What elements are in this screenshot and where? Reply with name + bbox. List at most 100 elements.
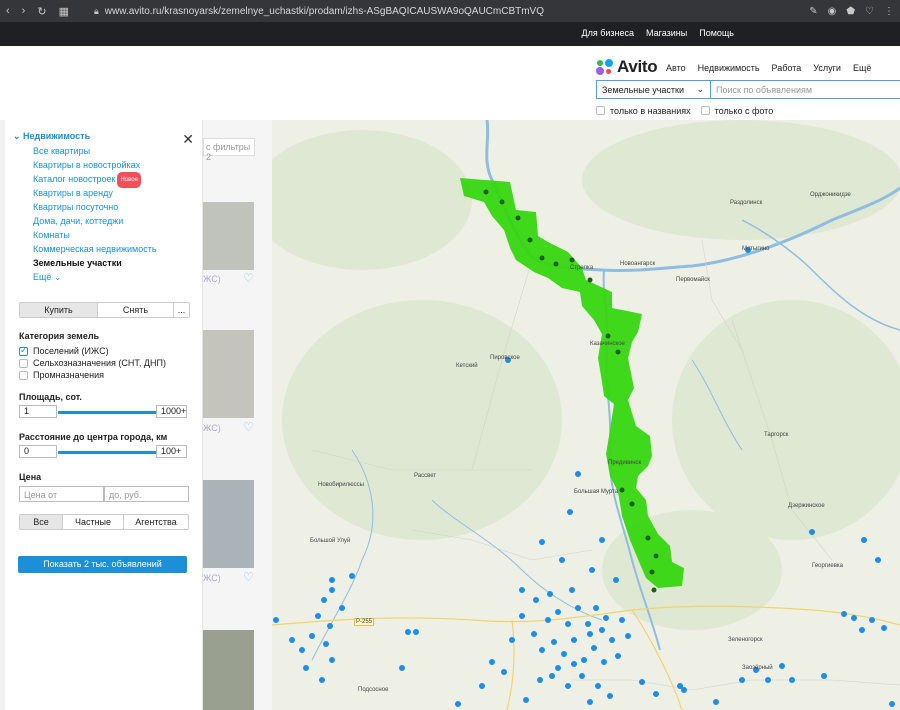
- land-option-industrial[interactable]: Промназначения: [19, 370, 104, 380]
- deal-rent-button[interactable]: Снять: [98, 303, 174, 317]
- address-bar[interactable]: www.avito.ru/krasnoyarsk/zemelnye_uchast…: [105, 6, 809, 17]
- camera-icon[interactable]: ◉: [828, 6, 837, 17]
- more-label: Ещё: [33, 272, 52, 282]
- reload-icon[interactable]: ↻: [37, 5, 46, 18]
- place-label: Большой Улуй: [310, 538, 351, 544]
- place-label: Зеленогорск: [728, 637, 763, 643]
- menu-auto[interactable]: Авто: [666, 63, 686, 73]
- category-title[interactable]: ⌄ Недвижимость: [13, 131, 90, 142]
- place-label: Дзержинское: [788, 503, 825, 509]
- subcategory-item[interactable]: Все квартиры: [33, 144, 157, 158]
- listing-photo[interactable]: [203, 480, 254, 568]
- new-badge: Новое: [117, 172, 141, 188]
- subcategory-item[interactable]: Квартиры в новостройках: [33, 158, 157, 172]
- forward-icon[interactable]: ›: [22, 5, 26, 18]
- seller-agency-button[interactable]: Агентства: [124, 515, 188, 529]
- heart-icon[interactable]: ♡: [865, 6, 874, 17]
- menu-realty[interactable]: Недвижимость: [698, 63, 760, 73]
- category-select[interactable]: Земельные участки ⌄: [596, 80, 710, 99]
- place-label: Мотыгино: [742, 246, 770, 252]
- tabs-grid-icon[interactable]: ▦: [59, 5, 69, 18]
- place-label: Первомайск: [676, 277, 710, 283]
- site-header: Avito Авто Недвижимость Работа Услуги Ещ…: [0, 46, 900, 120]
- checkbox[interactable]: [19, 358, 28, 368]
- land-option-label: Сельхозназначения (СНТ, ДНП): [33, 358, 166, 368]
- menu-services[interactable]: Услуги: [813, 63, 841, 73]
- checkbox[interactable]: [19, 370, 28, 380]
- subcategory-item[interactable]: Коммерческая недвижимость: [33, 242, 157, 256]
- close-icon[interactable]: ✕: [182, 131, 194, 148]
- subcategory-more[interactable]: Ещё ⌄: [33, 270, 157, 284]
- search-input[interactable]: Поиск по объявлениям: [710, 80, 900, 99]
- seller-all-button[interactable]: Все: [20, 515, 63, 529]
- listing-tag: ЖС): [203, 573, 221, 583]
- land-option-izhs[interactable]: Поселений (ИЖС): [19, 345, 109, 356]
- menu-jobs[interactable]: Работа: [772, 63, 802, 73]
- avito-logo[interactable]: Avito: [596, 57, 658, 77]
- listing-photo[interactable]: [203, 202, 254, 270]
- place-label: Новобирилюссы: [318, 482, 364, 488]
- place-label: Большая Мурта: [574, 489, 619, 495]
- browser-extensions: ✎ ◉ ⬟ ♡ ⋮: [809, 6, 894, 17]
- price-to-input[interactable]: до, руб.: [104, 486, 189, 502]
- place-label: Георгиевка: [812, 563, 844, 569]
- subcategory-item-active[interactable]: Земельные участки: [33, 256, 157, 270]
- search-options: только в названиях только с фото: [596, 106, 773, 116]
- road-badge: Р-255: [354, 618, 375, 626]
- distance-slider-track[interactable]: [58, 451, 158, 454]
- favorite-heart-icon[interactable]: ♡: [243, 420, 254, 434]
- chevron-down-icon: ⌄: [51, 272, 62, 282]
- listing-photo[interactable]: [203, 630, 254, 710]
- chevron-down-icon: ⌄: [13, 131, 24, 141]
- place-label: Рассвет: [414, 473, 437, 479]
- land-option-label: Промназначения: [33, 370, 105, 380]
- edit-icon[interactable]: ✎: [809, 6, 817, 17]
- forest-areas: [272, 120, 900, 630]
- menu-more[interactable]: Ещё: [853, 63, 871, 73]
- area-to-input[interactable]: 1000+: [156, 405, 187, 418]
- listing-photo[interactable]: [203, 330, 254, 418]
- area-from-input[interactable]: 1: [19, 405, 57, 418]
- deal-buy-button[interactable]: Купить: [20, 303, 98, 317]
- menu-icon[interactable]: ⋮: [884, 6, 894, 17]
- filters-chip[interactable]: с фильтры 2: [203, 138, 255, 162]
- titles-only-checkbox[interactable]: только в названиях: [596, 106, 691, 116]
- with-photo-checkbox[interactable]: только с фото: [700, 106, 773, 116]
- subcategory-item[interactable]: Каталог новостроек Новое: [33, 172, 157, 188]
- place-label: Кетский: [456, 363, 478, 369]
- main-area: с фильтры 2 ЖС) ♡ ЖС) ♡ ЖС) ♡ ✕ ⌄ Недвиж…: [0, 120, 900, 710]
- price-label: Цена: [19, 472, 42, 482]
- shops-link[interactable]: Магазины: [646, 28, 687, 38]
- place-label: Новоангарск: [620, 261, 656, 267]
- map-view[interactable]: Раздолинск Орджоникидзе Мотыгино Новоанг…: [272, 120, 900, 710]
- favorite-heart-icon[interactable]: ♡: [243, 271, 254, 285]
- show-results-button[interactable]: Показать 2 тыс. объявлений: [18, 556, 187, 573]
- checkbox-checked[interactable]: [19, 345, 28, 356]
- place-label: Подсосное: [358, 687, 389, 693]
- back-icon[interactable]: ‹: [6, 5, 10, 18]
- category-select-value: Земельные участки: [602, 85, 685, 95]
- area-slider-track[interactable]: [58, 411, 158, 414]
- price-from-input[interactable]: Цена от: [19, 486, 104, 502]
- help-link[interactable]: Помощь: [699, 28, 734, 38]
- place-label: Предивинск: [608, 460, 642, 466]
- browser-toolbar: ‹ › ↻ ▦ 🔒︎ www.avito.ru/krasnoyarsk/zeme…: [0, 0, 900, 22]
- subcategory-item[interactable]: Квартиры посуточно: [33, 200, 157, 214]
- favorite-heart-icon[interactable]: ♡: [243, 570, 254, 584]
- land-option-agri[interactable]: Сельхозназначения (СНТ, ДНП): [19, 358, 166, 368]
- distance-from-input[interactable]: 0: [19, 445, 57, 458]
- deal-more-button[interactable]: ...: [174, 303, 189, 317]
- area-label: Площадь, сот.: [19, 392, 82, 402]
- lock-icon: 🔒︎: [94, 5, 99, 16]
- place-label: Раздолинск: [730, 200, 763, 206]
- subcategory-item[interactable]: Дома, дачи, коттеджи: [33, 214, 157, 228]
- seller-private-button[interactable]: Частные: [63, 515, 124, 529]
- listing-tag: ЖС): [203, 423, 221, 433]
- place-label: Заозёрный: [742, 665, 773, 671]
- place-label: Казачинское: [590, 341, 625, 347]
- subcategory-item[interactable]: Квартиры в аренду: [33, 186, 157, 200]
- business-link[interactable]: Для бизнеса: [582, 28, 635, 38]
- distance-to-input[interactable]: 100+: [156, 445, 187, 458]
- shield-icon[interactable]: ⬟: [846, 6, 855, 17]
- subcategory-item[interactable]: Комнаты: [33, 228, 157, 242]
